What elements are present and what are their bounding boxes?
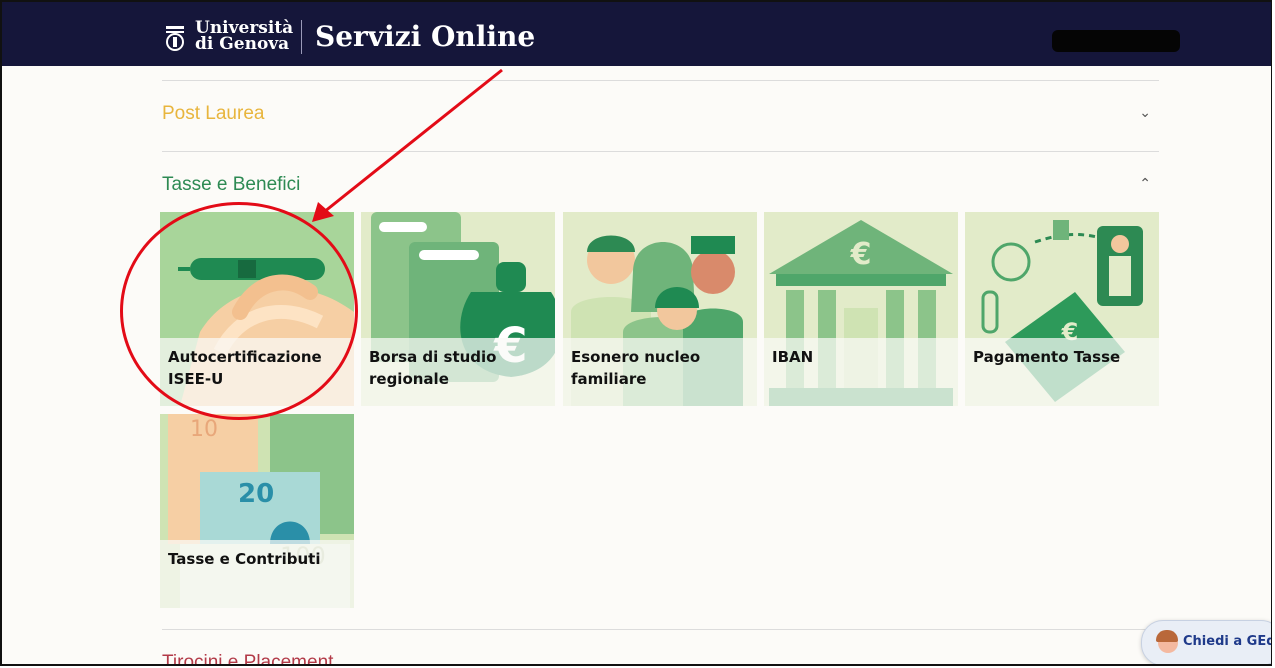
tile-pagamento-tasse[interactable]: € Pagamento Tasse [965, 212, 1159, 406]
university-logo-text[interactable]: Università di Genova [195, 20, 293, 54]
logo-divider [301, 20, 302, 54]
svg-text:10: 10 [190, 417, 218, 442]
tile-caption: Pagamento Tasse [965, 338, 1159, 406]
tile-label-line-2: familiare [571, 370, 647, 388]
tile-label-line-1: Esonero nucleo [571, 348, 701, 366]
section-tirocini-e-placement[interactable]: Tirocini e Placement [162, 629, 1159, 666]
svg-text:20: 20 [238, 479, 274, 509]
section-title-post-laurea: Post Laurea [162, 103, 265, 124]
tile-autocertificazione-isee-u[interactable]: Autocertificazione ISEE-U [160, 212, 354, 406]
tile-label-line-1: Pagamento Tasse [973, 348, 1121, 366]
chevron-down-icon[interactable]: ⌄ [1139, 105, 1151, 121]
chevron-up-icon[interactable]: ⌃ [1139, 176, 1151, 192]
tile-label-line-1: Autocertificazione [168, 348, 322, 366]
tile-caption: Tasse e Contributi [160, 540, 354, 608]
tile-label-line-2: regionale [369, 370, 449, 388]
tile-caption: IBAN [764, 338, 958, 406]
app-title[interactable]: Servizi Online [315, 20, 535, 53]
tile-esonero-nucleo-familiare[interactable]: Esonero nucleo familiare [563, 212, 757, 406]
section-title-tirocini-e-placement: Tirocini e Placement [162, 652, 334, 666]
section-title-tasse-e-benefici: Tasse e Benefici [162, 174, 301, 195]
user-name-redacted[interactable] [1052, 30, 1180, 52]
chat-button-label: Chiedi a GEdi [1183, 634, 1272, 649]
tile-label-line-1: Borsa di studio [369, 348, 497, 366]
section-tasse-e-benefici[interactable]: Tasse e Benefici ⌃ [162, 151, 1159, 212]
page-frame: Università di Genova Servizi Online Post… [0, 0, 1272, 666]
university-crest-icon [166, 26, 184, 51]
chat-assistant-button[interactable]: Chiedi a GEdi [1141, 620, 1272, 664]
top-bar: Università di Genova Servizi Online [2, 2, 1271, 66]
tile-caption: Esonero nucleo familiare [563, 338, 757, 406]
tile-iban[interactable]: € IBAN [764, 212, 958, 406]
tile-label-line-1: IBAN [772, 348, 814, 366]
tile-caption: Borsa di studio regionale [361, 338, 555, 406]
tile-label-line-1: Tasse e Contributi [168, 550, 321, 568]
assistant-avatar-icon [1156, 630, 1178, 653]
svg-text:€: € [850, 237, 872, 272]
section-post-laurea[interactable]: Post Laurea ⌄ [162, 80, 1159, 151]
tile-borsa-di-studio-regionale[interactable]: € Borsa di studio regionale [361, 212, 555, 406]
tile-caption: Autocertificazione ISEE-U [160, 338, 354, 406]
tile-label-line-2: ISEE-U [168, 370, 224, 388]
logo-line-2: di Genova [195, 34, 290, 54]
tile-tasse-e-contributi[interactable]: 10 20 100 Tasse e Contributi [160, 414, 354, 608]
